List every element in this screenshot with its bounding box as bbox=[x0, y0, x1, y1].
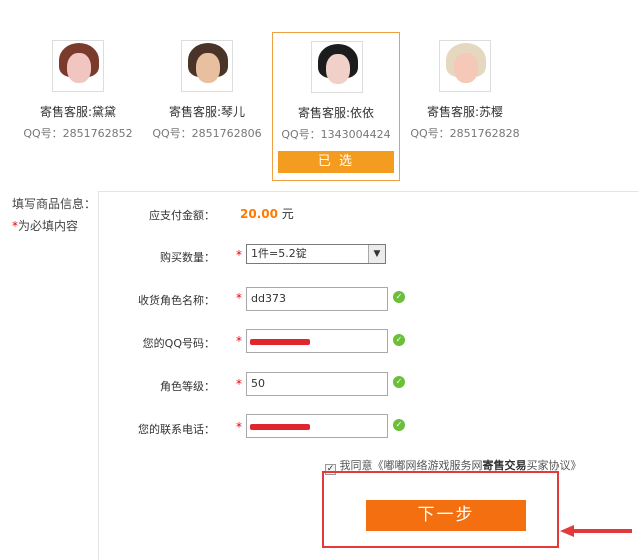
required-note: *为必填内容 bbox=[12, 217, 78, 234]
phone-label: 您的联系电话： bbox=[138, 423, 215, 436]
agent-card-suying[interactable]: 寄售客服:苏樱 QQ号：2851762828 bbox=[401, 32, 529, 181]
redaction-mark bbox=[250, 339, 310, 345]
level-label: 角色等级： bbox=[160, 380, 215, 393]
required-note-text: 为必填内容 bbox=[18, 219, 79, 233]
role-name-input[interactable]: dd373 bbox=[246, 287, 388, 311]
amount-unit: 元 bbox=[281, 207, 294, 221]
required-star: * bbox=[236, 291, 242, 305]
agent-qq: QQ号：1343004424 bbox=[281, 128, 391, 141]
agent-name: 寄售客服:苏樱 bbox=[426, 105, 504, 119]
required-star: * bbox=[236, 248, 242, 262]
agent-avatar bbox=[311, 41, 363, 93]
amount-label: 应支付金额： bbox=[149, 209, 215, 222]
agent-avatar bbox=[439, 40, 491, 92]
agent-qq: QQ号：2851762828 bbox=[410, 127, 520, 140]
valid-check-icon: ✓ bbox=[393, 419, 405, 431]
agent-avatar bbox=[52, 40, 104, 92]
quantity-value: 1件=5.2锭 bbox=[251, 247, 307, 260]
agent-name: 寄售客服:依依 bbox=[297, 106, 375, 120]
agent-card-yiyi[interactable]: 寄售客服:依依 QQ号：1343004424 已 选 bbox=[272, 32, 400, 181]
agent-name: 寄售客服:琴儿 bbox=[168, 105, 246, 119]
agent-card-daidai[interactable]: 寄售客服:黛黛 QQ号：2851762852 bbox=[14, 32, 142, 181]
amount-number: 20.00 bbox=[240, 207, 278, 221]
agent-avatar bbox=[181, 40, 233, 92]
valid-check-icon: ✓ bbox=[393, 291, 405, 303]
valid-check-icon: ✓ bbox=[393, 334, 405, 346]
quantity-select[interactable]: 1件=5.2锭 ▼ bbox=[246, 244, 386, 264]
agent-card-qinger[interactable]: 寄售客服:琴儿 QQ号：2851762806 bbox=[143, 32, 271, 181]
redaction-mark bbox=[250, 424, 310, 430]
required-star: * bbox=[236, 334, 242, 348]
valid-check-icon: ✓ bbox=[393, 376, 405, 388]
level-input[interactable]: 50 bbox=[246, 372, 388, 396]
role-name-label: 收货角色名称： bbox=[138, 294, 215, 307]
chevron-down-icon[interactable]: ▼ bbox=[368, 245, 385, 263]
pointer-arrow-icon bbox=[560, 525, 632, 537]
required-star: * bbox=[236, 420, 242, 434]
amount-value: 20.00 元 bbox=[240, 205, 294, 222]
quantity-label: 购买数量： bbox=[160, 251, 215, 264]
required-star: * bbox=[236, 377, 242, 391]
selected-badge[interactable]: 已 选 bbox=[278, 151, 394, 173]
form-title: 填写商品信息： bbox=[12, 197, 97, 211]
agent-qq: QQ号：2851762806 bbox=[152, 127, 262, 140]
next-step-button[interactable]: 下一步 bbox=[366, 500, 526, 531]
agent-name: 寄售客服:黛黛 bbox=[39, 105, 117, 119]
qq-label: 您的QQ号码： bbox=[142, 337, 215, 350]
agent-qq: QQ号：2851762852 bbox=[23, 127, 133, 140]
